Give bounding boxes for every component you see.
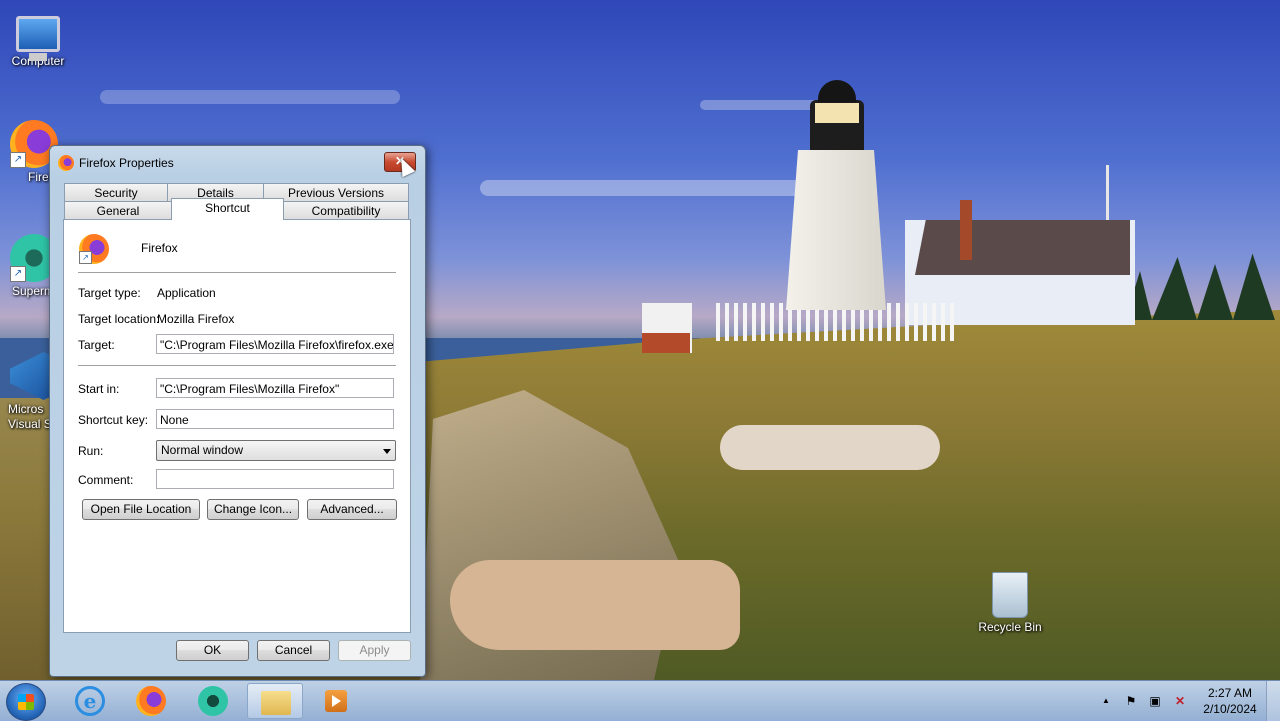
wallpaper-lighthouse — [786, 150, 886, 310]
dialog-titlebar[interactable]: Firefox Properties ✕ — [50, 146, 425, 178]
cancel-button[interactable]: Cancel — [257, 640, 330, 661]
divider — [78, 365, 396, 366]
advanced-button[interactable]: Advanced... — [307, 499, 397, 520]
taskbar-media-player[interactable] — [308, 683, 364, 719]
target-type-value: Application — [157, 286, 216, 300]
tray-show-hidden-icon[interactable]: ▲ — [1099, 694, 1113, 708]
run-select[interactable]: Normal window — [156, 440, 396, 461]
target-location-value: Mozilla Firefox — [157, 312, 235, 326]
comment-input[interactable] — [156, 469, 394, 489]
taskbar-firefox[interactable] — [123, 683, 179, 719]
start-button[interactable] — [6, 683, 46, 721]
properties-dialog: Firefox Properties ✕ Security Details Pr… — [49, 145, 426, 677]
shortcut-key-label: Shortcut key: — [78, 413, 149, 427]
shortcut-key-input[interactable]: None — [156, 409, 394, 429]
clock-time: 2:27 AM — [1207, 686, 1253, 700]
taskbar: e ▲ ⚑ ▣ ✕ 2:27 AM 2/10/2024 — [0, 680, 1280, 721]
tray-network-icon[interactable]: ▣ — [1148, 694, 1162, 708]
taskbar-superm[interactable] — [185, 683, 241, 719]
wallpaper-trees — [1125, 253, 1275, 320]
wallpaper-chimney — [960, 200, 972, 260]
start-in-label: Start in: — [78, 382, 120, 396]
target-location-label: Target location: — [78, 312, 160, 326]
show-desktop-button[interactable] — [1266, 681, 1280, 721]
firefox-icon — [58, 155, 74, 171]
wallpaper-lighthouse-lamp — [815, 103, 859, 123]
internet-explorer-icon: e — [75, 686, 105, 716]
shortcut-arrow-icon: ↗ — [79, 251, 92, 264]
open-file-location-button[interactable]: Open File Location — [82, 499, 200, 520]
tab-previous-versions[interactable]: Previous Versions — [263, 183, 409, 202]
wallpaper-roof — [915, 220, 1130, 275]
desktop-icon-computer[interactable]: Computer — [0, 8, 78, 68]
chevron-down-icon — [383, 449, 391, 454]
tray-volume-muted-icon[interactable]: ✕ — [1173, 694, 1187, 708]
run-label: Run: — [78, 444, 104, 458]
ok-button[interactable]: OK — [176, 640, 249, 661]
target-input[interactable]: "C:\Program Files\Mozilla Firefox\firefo… — [156, 334, 394, 354]
windows-logo-icon — [18, 694, 34, 710]
wallpaper-lighthouse-dome — [818, 80, 856, 102]
tab-security[interactable]: Security — [64, 183, 168, 202]
desktop-icon-label: Recycle Bin — [978, 620, 1042, 634]
wallpaper-cloud — [100, 90, 400, 104]
wallpaper-rock — [450, 560, 740, 650]
tray-action-center-flag-icon[interactable]: ⚑ — [1124, 694, 1138, 708]
shortcut-arrow-icon: ↗ — [10, 266, 26, 282]
run-select-value: Normal window — [161, 443, 244, 457]
target-type-label: Target type: — [78, 286, 141, 300]
tab-shortcut[interactable]: Shortcut — [171, 198, 284, 220]
wallpaper-rock — [720, 425, 940, 470]
app-name: Firefox — [141, 241, 178, 255]
apply-button[interactable]: Apply — [338, 640, 411, 661]
shortcut-arrow-icon: ↗ — [10, 152, 26, 168]
recycle-bin-icon — [992, 572, 1028, 618]
shortcut-panel: ↗ Firefox Target type: Application Targe… — [63, 219, 411, 633]
start-in-input[interactable]: "C:\Program Files\Mozilla Firefox" — [156, 378, 394, 398]
change-icon-button[interactable]: Change Icon... — [207, 499, 299, 520]
clock[interactable]: 2:27 AM 2/10/2024 — [1198, 685, 1262, 717]
taskbar-file-explorer[interactable] — [247, 683, 303, 719]
folder-icon — [261, 691, 291, 715]
target-label: Target: — [78, 338, 115, 352]
tab-compatibility[interactable]: Compatibility — [283, 201, 409, 220]
wallpaper-cloud — [480, 180, 810, 196]
superm-app-icon — [198, 686, 228, 716]
clock-date: 2/10/2024 — [1203, 702, 1257, 716]
taskbar-internet-explorer[interactable]: e — [62, 683, 118, 719]
dialog-title: Firefox Properties — [79, 156, 174, 170]
computer-icon — [16, 16, 60, 61]
firefox-icon: ↗ — [79, 234, 109, 264]
divider — [78, 272, 396, 273]
wallpaper-shed-base — [642, 333, 690, 353]
tab-general[interactable]: General — [64, 201, 172, 220]
desktop-icon-recycle-bin[interactable]: Recycle Bin — [970, 572, 1050, 634]
comment-label: Comment: — [78, 473, 134, 487]
media-player-icon — [325, 690, 347, 712]
firefox-icon — [136, 686, 166, 716]
